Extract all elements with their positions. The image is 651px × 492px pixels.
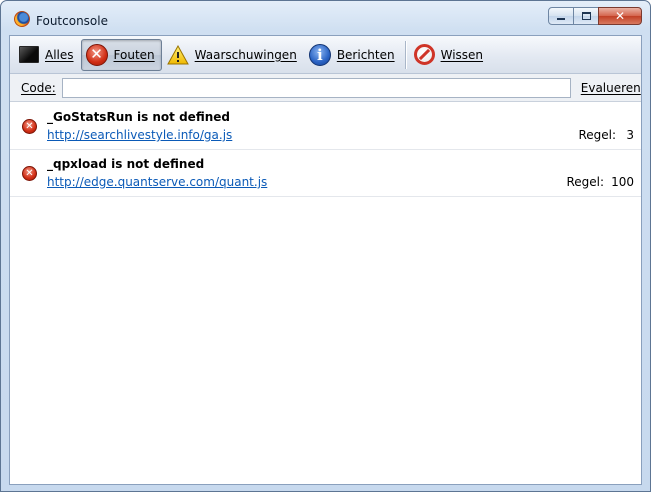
- warning-icon: [166, 44, 189, 65]
- error-icon: ✕: [85, 43, 108, 66]
- error-console-window: Foutconsole ✕ Alles ✕ Fouten Waarschuwin…: [0, 0, 651, 492]
- all-messages-icon: [19, 46, 39, 63]
- line-number: 100: [611, 175, 634, 189]
- all-button[interactable]: Alles: [14, 39, 81, 71]
- error-icon: ✕: [22, 119, 37, 134]
- window-title: Foutconsole: [36, 14, 108, 28]
- source-link[interactable]: http://edge.quantserve.com/quant.js: [47, 175, 267, 189]
- messages-label: Berichten: [336, 47, 395, 62]
- info-icon: i: [308, 43, 331, 66]
- warnings-button[interactable]: Waarschuwingen: [162, 39, 304, 71]
- maximize-button[interactable]: [573, 7, 599, 25]
- line-number: 3: [626, 128, 634, 142]
- clear-label: Wissen: [440, 47, 484, 62]
- code-label: Code:: [21, 80, 56, 95]
- all-label: Alles: [45, 47, 74, 62]
- message-row[interactable]: ✕ _qpxload is not defined http://edge.qu…: [10, 150, 641, 197]
- console-body: Alles ✕ Fouten Waarschuwingen i Berichte…: [9, 35, 642, 485]
- warnings-label: Waarschuwingen: [194, 47, 297, 62]
- minimize-button[interactable]: [548, 7, 574, 25]
- firefox-icon: [14, 11, 30, 27]
- errors-label: Fouten: [113, 47, 155, 62]
- minimize-icon: [557, 18, 565, 20]
- code-input[interactable]: [61, 77, 571, 98]
- message-row[interactable]: ✕ _GoStatsRun is not defined http://sear…: [10, 103, 641, 150]
- toolbar-separator: [404, 40, 406, 69]
- source-link[interactable]: http://searchlivestyle.info/ga.js: [47, 128, 232, 142]
- evaluate-button[interactable]: Evalueren: [581, 81, 641, 95]
- message-list: ✕ _GoStatsRun is not defined http://sear…: [10, 103, 641, 197]
- toolbar: Alles ✕ Fouten Waarschuwingen i Berichte…: [10, 36, 641, 74]
- code-bar: Code: Evalueren: [10, 74, 641, 102]
- close-icon: ✕: [614, 9, 626, 23]
- title-bar[interactable]: Foutconsole ✕: [1, 1, 650, 35]
- line-label: Regel:: [566, 175, 604, 189]
- line-label: Regel:: [578, 128, 616, 142]
- messages-button[interactable]: i Berichten: [304, 39, 402, 71]
- close-button[interactable]: ✕: [598, 7, 642, 25]
- clear-icon: [413, 44, 435, 65]
- clear-button[interactable]: Wissen: [409, 39, 490, 71]
- error-icon: ✕: [22, 166, 37, 181]
- errors-button[interactable]: ✕ Fouten: [80, 38, 162, 71]
- message-text: _qpxload is not defined: [47, 157, 205, 171]
- message-text: _GoStatsRun is not defined: [47, 110, 230, 124]
- window-controls: ✕: [548, 7, 642, 25]
- maximize-icon: [581, 12, 591, 20]
